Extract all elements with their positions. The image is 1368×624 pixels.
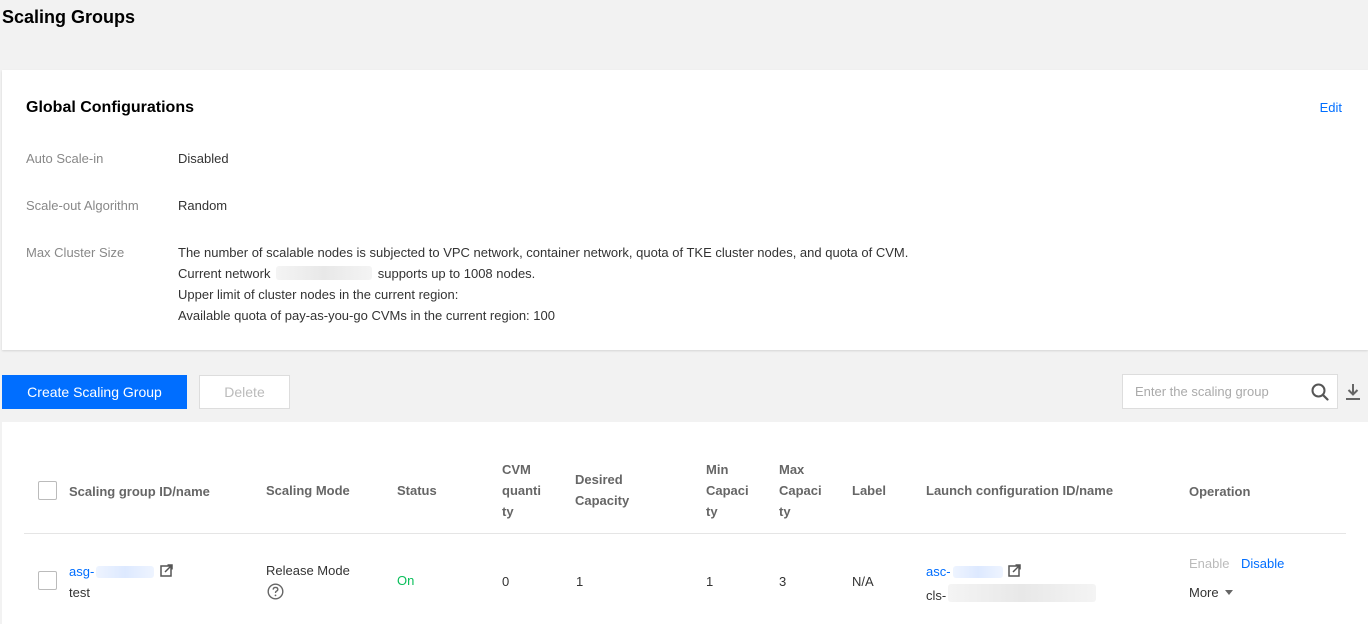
auto-scale-in-value: Disabled [178, 151, 229, 166]
th-cvm-quantity: CVM quanti ty [502, 462, 541, 519]
delete-button[interactable]: Delete [199, 375, 290, 409]
scaling-groups-table: Scaling group ID/name Scaling Mode Statu… [2, 422, 1368, 624]
max-cluster-line-3: Upper limit of cluster nodes in the curr… [178, 287, 459, 302]
redacted-network [276, 266, 373, 280]
scaling-group-name: test [69, 585, 90, 600]
row-checkbox[interactable] [38, 571, 57, 590]
status-badge: On [397, 573, 415, 588]
launch-config-cell: asc- [926, 564, 1021, 579]
th-id-name: Scaling group ID/name [69, 484, 210, 499]
redacted-launch-name [948, 584, 1097, 602]
scale-out-algorithm-label: Scale-out Algorithm [26, 198, 139, 213]
network-prefix: Current network [178, 266, 271, 281]
label-cell: N/A [852, 574, 874, 589]
launch-config-name: cls- [926, 584, 1098, 603]
auto-scale-in-label: Auto Scale-in [26, 151, 104, 166]
enable-action[interactable]: Enable [1189, 556, 1229, 571]
max-cluster-size-value: The number of scalable nodes is subjecte… [178, 242, 908, 326]
th-status: Status [397, 483, 437, 498]
min-capacity-cell: 1 [706, 574, 714, 589]
cvm-quantity-cell: 0 [502, 574, 510, 589]
max-cluster-line-1: The number of scalable nodes is subjecte… [178, 245, 909, 260]
th-min-capacity: Min Capaci ty [706, 462, 749, 519]
chevron-down-icon [1224, 590, 1233, 595]
external-link-icon[interactable] [1008, 564, 1021, 577]
search-box[interactable] [1122, 374, 1338, 409]
create-scaling-group-button[interactable]: Create Scaling Group [2, 375, 187, 409]
disable-action[interactable]: Disable [1241, 556, 1284, 571]
search-input[interactable] [1135, 384, 1305, 399]
download-icon[interactable] [1344, 382, 1362, 402]
scaling-mode-cell: Release Mode [266, 563, 350, 578]
th-label: Label [852, 483, 886, 498]
th-operation: Operation [1189, 484, 1251, 499]
th-scaling-mode: Scaling Mode [266, 483, 350, 498]
network-suffix: supports up to 1008 nodes. [377, 266, 536, 281]
more-dropdown[interactable]: More [1189, 585, 1233, 600]
search-icon[interactable] [1311, 383, 1329, 401]
edit-link[interactable]: Edit [1320, 100, 1342, 115]
max-capacity-cell: 3 [779, 574, 787, 589]
desired-capacity-cell: 1 [576, 574, 584, 589]
launch-config-id-link[interactable]: asc- [926, 564, 951, 579]
redacted-id [96, 566, 155, 578]
redacted-launch-id [952, 566, 1003, 578]
th-max-capacity: Max Capaci ty [779, 462, 822, 519]
row-id-cell: asg- [69, 564, 173, 579]
th-desired-capacity: Desired Capacity [575, 472, 630, 508]
help-icon[interactable] [267, 583, 284, 600]
header-divider [24, 533, 1346, 534]
max-cluster-line-4: Available quota of pay-as-you-go CVMs in… [178, 308, 555, 323]
th-launch-config: Launch configuration ID/name [926, 483, 1114, 498]
select-all-checkbox[interactable] [38, 481, 57, 500]
scaling-group-id-link[interactable]: asg- [69, 564, 94, 579]
external-link-icon[interactable] [160, 564, 173, 577]
page-title: Scaling Groups [2, 7, 136, 27]
max-cluster-line-2: Current network supports up to 1008 node… [178, 263, 908, 284]
global-config-card: Global Configurations Edit Auto Scale-in… [2, 70, 1368, 350]
max-cluster-size-label: Max Cluster Size [26, 245, 125, 260]
scale-out-algorithm-value: Random [178, 198, 228, 213]
global-config-title: Global Configurations [26, 99, 194, 116]
